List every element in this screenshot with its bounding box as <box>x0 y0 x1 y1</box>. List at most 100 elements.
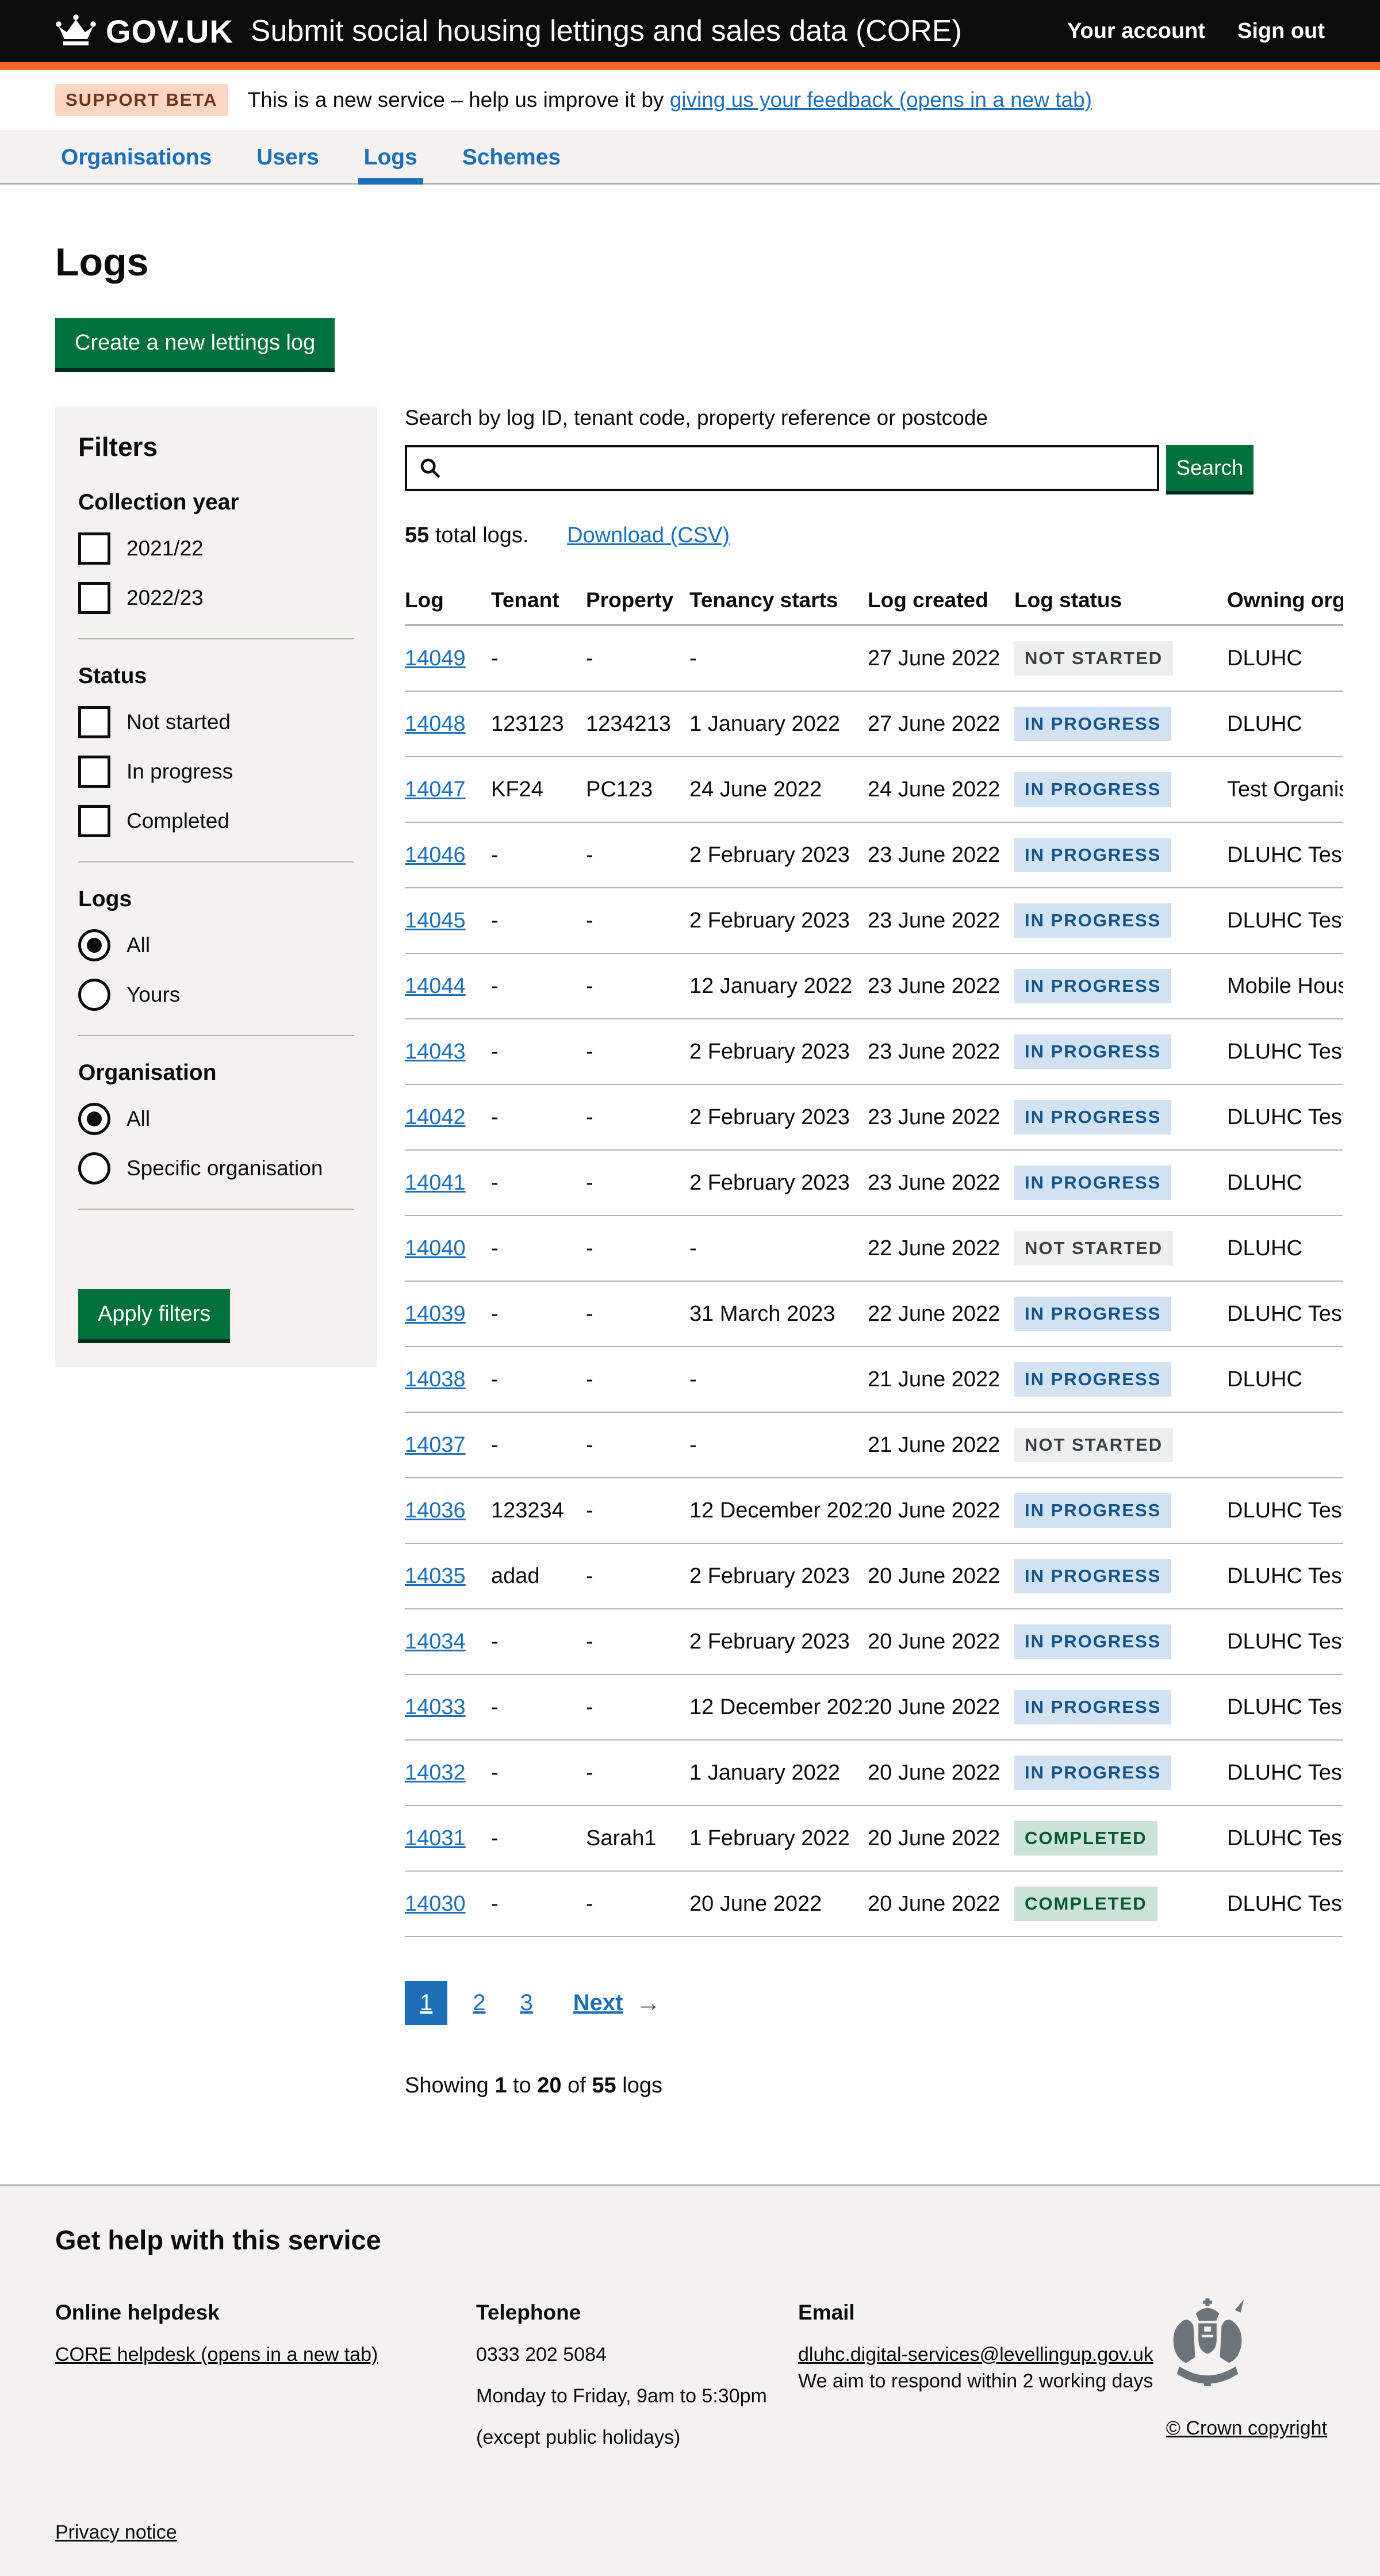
footer-link[interactable]: CORE helpdesk (opens in a new tab) <box>55 2344 378 2366</box>
service-name[interactable]: Submit social housing lettings and sales… <box>251 14 962 48</box>
log-link[interactable]: 14035 <box>405 1564 466 1588</box>
beta-tag: SUPPORT BETA <box>55 84 228 116</box>
footer-heading: Get help with this service <box>55 2224 1325 2256</box>
search-label: Search by log ID, tenant code, property … <box>405 406 1343 430</box>
filter-divider <box>78 1035 354 1036</box>
property-cell: - <box>586 1281 689 1347</box>
page-link-3[interactable]: 3 <box>511 1981 542 2025</box>
footer-link[interactable]: dluhc.digital-services@levellingup.gov.u… <box>798 2344 1153 2366</box>
log-link[interactable]: 14031 <box>405 1826 466 1850</box>
checkbox-option-2022-23[interactable]: 2022/23 <box>78 582 354 614</box>
log-link[interactable]: 14040 <box>405 1236 466 1260</box>
radio-option-yours[interactable]: Yours <box>78 979 354 1011</box>
tenant-cell: 123123 <box>491 691 586 757</box>
filter-option-label: Completed <box>126 809 229 833</box>
log-link[interactable]: 14045 <box>405 908 466 933</box>
radio-option-all[interactable]: All <box>78 1103 354 1135</box>
sign-out-link[interactable]: Sign out <box>1237 19 1325 44</box>
checkbox-icon[interactable] <box>78 756 110 788</box>
tenant-cell: - <box>491 625 586 691</box>
status-badge: IN PROGRESS <box>1014 1166 1171 1200</box>
log-link[interactable]: 14044 <box>405 974 466 998</box>
tenancy-starts-cell: 2 February 2023 <box>689 1543 868 1609</box>
log-link[interactable]: 14041 <box>405 1171 466 1195</box>
table-row: 1404812312312342131 January 202227 June … <box>405 691 1343 757</box>
search-button[interactable]: Search <box>1166 445 1254 491</box>
download-csv-link[interactable]: Download (CSV) <box>567 523 730 547</box>
nav-item-organisations[interactable]: Organisations <box>55 130 217 183</box>
property-cell: - <box>586 1478 689 1543</box>
tenant-cell: - <box>491 1150 586 1216</box>
checkbox-option-not-started[interactable]: Not started <box>78 706 354 738</box>
table-row: 14049---27 June 2022NOT STARTEDDLUHC <box>405 625 1343 691</box>
header-account-nav: Your account Sign out <box>1067 19 1325 44</box>
radio-option-specific-organisation[interactable]: Specific organisation <box>78 1152 354 1184</box>
tenancy-starts-cell: - <box>689 1347 868 1412</box>
radio-icon[interactable] <box>78 1103 110 1135</box>
tenancy-starts-cell: 1 January 2022 <box>689 1740 868 1805</box>
radio-option-all[interactable]: All <box>78 929 354 961</box>
radio-icon[interactable] <box>78 1152 110 1184</box>
nav-item-logs[interactable]: Logs <box>358 130 423 183</box>
column-header-tenancy-starts: Tenancy starts <box>689 578 868 625</box>
footer: Get help with this service Online helpde… <box>0 2184 1380 2576</box>
log-link[interactable]: 14039 <box>405 1302 466 1326</box>
total-count-suffix: total logs. <box>429 523 528 547</box>
filter-divider <box>78 1209 354 1210</box>
create-lettings-log-button[interactable]: Create a new lettings log <box>55 318 335 368</box>
footer-column-email: Emaildluhc.digital-services@levellingup.… <box>798 2301 1201 2466</box>
radio-icon[interactable] <box>78 979 110 1011</box>
apply-filters-button[interactable]: Apply filters <box>78 1289 230 1339</box>
log-link[interactable]: 14046 <box>405 843 466 867</box>
nav-item-schemes[interactable]: Schemes <box>457 130 566 183</box>
checkbox-icon[interactable] <box>78 582 110 614</box>
table-row: 14040---22 June 2022NOT STARTEDDLUHC <box>405 1216 1343 1281</box>
header-branding[interactable]: GOV.UK Submit social housing lettings an… <box>55 13 962 50</box>
checkbox-icon[interactable] <box>78 706 110 738</box>
filter-option-label: All <box>126 1107 150 1131</box>
page-link-1[interactable]: 1 <box>405 1981 447 2025</box>
page-link-2[interactable]: 2 <box>463 1981 494 2025</box>
nav-item-users[interactable]: Users <box>251 130 324 183</box>
property-cell: PC123 <box>586 757 689 822</box>
filter-group-label: Organisation <box>78 1060 354 1086</box>
log-link[interactable]: 14047 <box>405 777 466 802</box>
tenant-cell: - <box>491 1609 586 1674</box>
checkbox-option-2021-22[interactable]: 2021/22 <box>78 532 354 565</box>
tenancy-starts-cell: 2 February 2023 <box>689 888 868 953</box>
checkbox-icon[interactable] <box>78 532 110 565</box>
table-row: 14037---21 June 2022NOT STARTED <box>405 1412 1343 1478</box>
owning-organisation-cell: DLUHC <box>1227 625 1343 691</box>
tenant-cell: adad <box>491 1543 586 1609</box>
table-row: 14030--20 June 202220 June 2022COMPLETED… <box>405 1871 1343 1937</box>
search-input[interactable] <box>405 445 1159 491</box>
checkbox-option-completed[interactable]: Completed <box>78 805 354 837</box>
log-link[interactable]: 14042 <box>405 1105 466 1129</box>
log-link[interactable]: 14049 <box>405 646 466 670</box>
log-link[interactable]: 14048 <box>405 712 466 736</box>
privacy-notice-link[interactable]: Privacy notice <box>55 2521 177 2544</box>
next-page-link[interactable]: Next <box>573 1990 623 2016</box>
log-link[interactable]: 14034 <box>405 1630 466 1654</box>
showing-total: 55 <box>592 2073 616 2098</box>
crown-copyright-link[interactable]: © Crown copyright <box>1166 2417 1327 2440</box>
log-link[interactable]: 14036 <box>405 1498 466 1523</box>
your-account-link[interactable]: Your account <box>1067 19 1205 44</box>
checkbox-option-in-progress[interactable]: In progress <box>78 756 354 788</box>
status-badge: IN PROGRESS <box>1014 1297 1171 1331</box>
log-link[interactable]: 14033 <box>405 1695 466 1719</box>
log-link[interactable]: 14032 <box>405 1761 466 1785</box>
log-link[interactable]: 14030 <box>405 1892 466 1916</box>
radio-icon[interactable] <box>78 929 110 961</box>
property-cell: - <box>586 1216 689 1281</box>
checkbox-icon[interactable] <box>78 805 110 837</box>
property-cell: 1234213 <box>586 691 689 757</box>
feedback-link[interactable]: giving us your feedback (opens in a new … <box>670 88 1092 112</box>
royal-coat-of-arms-icon <box>1166 2293 1249 2408</box>
log-link[interactable]: 14043 <box>405 1040 466 1064</box>
footer-text: 0333 202 5084 <box>476 2342 798 2368</box>
log-link[interactable]: 14038 <box>405 1367 466 1392</box>
log-link[interactable]: 14037 <box>405 1433 466 1457</box>
log-created-cell: 23 June 2022 <box>868 822 1014 888</box>
log-created-cell: 20 June 2022 <box>868 1805 1014 1871</box>
